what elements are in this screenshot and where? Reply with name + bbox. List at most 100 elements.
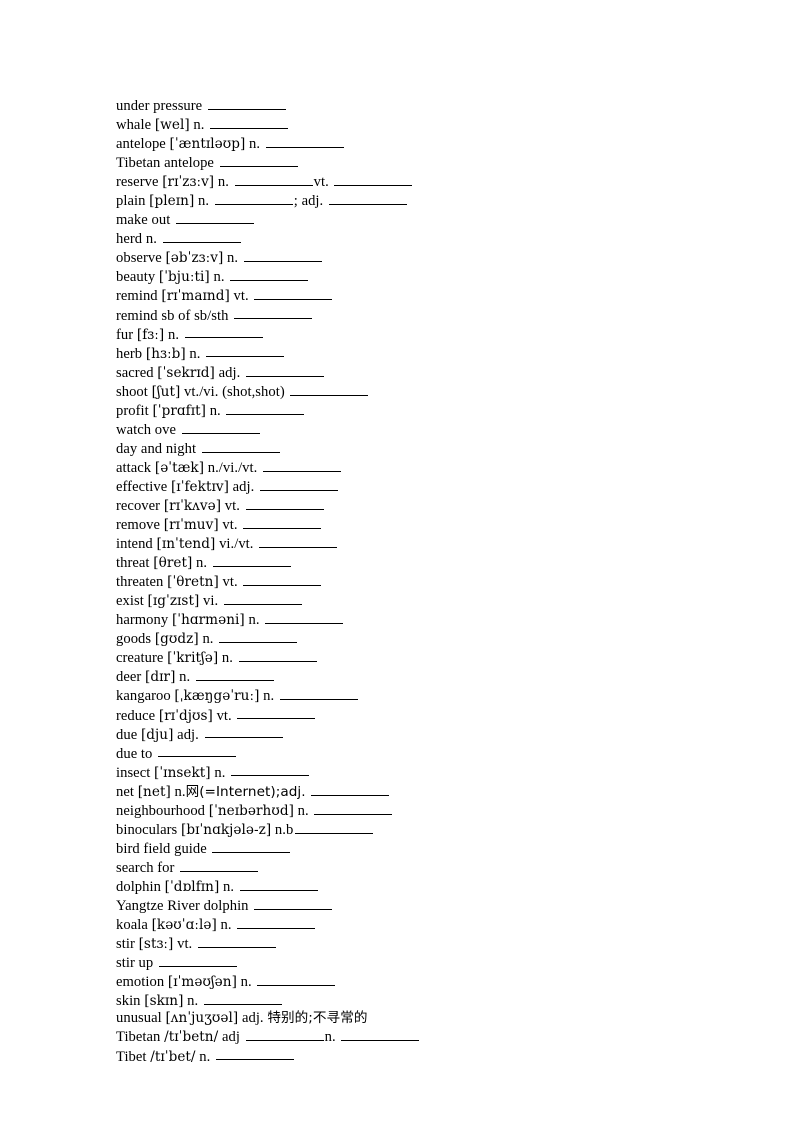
answer-blank[interactable] bbox=[203, 991, 282, 1006]
answer-blank[interactable] bbox=[212, 839, 291, 853]
vocab-term: skin bbox=[116, 993, 141, 1010]
answer-blank[interactable] bbox=[234, 172, 313, 187]
answer-blank[interactable] bbox=[219, 153, 298, 167]
answer-blank[interactable] bbox=[210, 115, 289, 129]
answer-blank[interactable] bbox=[279, 686, 358, 701]
phonetic-transcription: [ʌnˈjuʒʊəl] bbox=[165, 1010, 239, 1027]
part-of-speech: n. bbox=[227, 250, 239, 267]
vocab-entry: intend [ɪnˈtend] vi./vt. bbox=[116, 534, 736, 553]
answer-blank[interactable] bbox=[219, 629, 298, 644]
phonetic-transcription: [rɪˈkʌvə] bbox=[163, 497, 222, 514]
phonetic-transcription: [dju] bbox=[140, 726, 174, 743]
answer-blank[interactable] bbox=[257, 972, 336, 986]
phonetic-transcription: [ˈneɪbərhʊd] bbox=[208, 802, 294, 819]
vocab-term: search for bbox=[116, 859, 175, 876]
vocab-term: harmony bbox=[116, 612, 169, 629]
vocab-term: reserve bbox=[116, 174, 159, 191]
vocab-entry: binoculars [bɪˈnɑkjələ-z] n.b bbox=[116, 820, 736, 839]
answer-blank[interactable] bbox=[234, 306, 313, 320]
phonetic-transcription: [wel] bbox=[154, 116, 190, 133]
vocab-term: emotion bbox=[116, 974, 165, 990]
answer-blank[interactable] bbox=[260, 477, 339, 491]
part-of-speech: n. bbox=[202, 631, 214, 648]
answer-blank[interactable] bbox=[231, 763, 310, 777]
vocab-entry: Tibetan /tɪˈbetn/ adj n. bbox=[116, 1027, 736, 1046]
answer-blank[interactable] bbox=[334, 172, 413, 187]
answer-blank[interactable] bbox=[245, 1027, 324, 1042]
answer-blank[interactable] bbox=[314, 801, 393, 815]
vocab-entry: stir up bbox=[116, 953, 736, 972]
answer-blank[interactable] bbox=[245, 363, 324, 377]
answer-blank[interactable] bbox=[254, 896, 333, 910]
vocab-term: beauty bbox=[116, 269, 156, 286]
answer-blank[interactable] bbox=[265, 610, 344, 625]
answer-blank[interactable] bbox=[243, 515, 322, 529]
vocab-entry: net [net] n.网(=Internet);adj. bbox=[116, 782, 736, 801]
answer-blank[interactable] bbox=[158, 953, 237, 967]
vocab-entry: recover [rɪˈkʌvə] vt. bbox=[116, 496, 736, 515]
part-of-speech: vt. bbox=[224, 497, 240, 514]
answer-blank[interactable] bbox=[259, 534, 338, 548]
phonetic-transcription: [ˈɪnsekt] bbox=[154, 764, 211, 781]
answer-blank[interactable] bbox=[195, 667, 274, 682]
vocab-entry: sacred [ˈsekrɪd] adj. bbox=[116, 363, 736, 382]
answer-blank[interactable] bbox=[180, 858, 259, 872]
vocab-entry: bird field guide bbox=[116, 839, 736, 858]
vocab-term: threaten bbox=[116, 574, 164, 591]
answer-blank[interactable] bbox=[216, 1047, 295, 1061]
answer-blank[interactable] bbox=[204, 725, 283, 739]
answer-blank[interactable] bbox=[238, 648, 317, 663]
vocab-term: goods bbox=[116, 631, 152, 648]
answer-blank[interactable] bbox=[239, 877, 318, 891]
answer-blank[interactable] bbox=[243, 572, 322, 587]
answer-blank[interactable] bbox=[341, 1027, 420, 1042]
vocab-entry: antelope [ˈæntɪləʊp] n. bbox=[116, 134, 736, 153]
answer-blank[interactable] bbox=[176, 210, 255, 225]
answer-blank[interactable] bbox=[223, 591, 302, 606]
answer-blank[interactable] bbox=[311, 782, 390, 796]
part-of-speech: n. bbox=[217, 174, 229, 191]
vocab-entry: shoot [ʃut] vt./vi. (shot,shot) bbox=[116, 382, 736, 401]
vocab-term: deer bbox=[116, 669, 142, 686]
answer-blank[interactable] bbox=[328, 191, 407, 206]
answer-blank[interactable] bbox=[245, 496, 324, 510]
phonetic-transcription: [rɪˈmuv] bbox=[163, 516, 219, 533]
answer-blank[interactable] bbox=[263, 458, 342, 472]
answer-blank[interactable] bbox=[214, 191, 293, 206]
answer-blank[interactable] bbox=[243, 248, 322, 263]
answer-blank[interactable] bbox=[212, 553, 291, 567]
phonetic-transcription: [ˌkæŋgəˈruː] bbox=[174, 688, 260, 705]
answer-blank[interactable] bbox=[254, 286, 333, 301]
answer-blank[interactable] bbox=[197, 934, 276, 948]
phonetic-transcription: [gʊdz] bbox=[154, 631, 199, 648]
part-of-speech: n. bbox=[221, 650, 233, 667]
answer-blank[interactable] bbox=[230, 267, 309, 282]
answer-blank[interactable] bbox=[206, 344, 285, 358]
part-of-speech: n. bbox=[145, 231, 157, 248]
answer-blank[interactable] bbox=[237, 706, 316, 720]
answer-blank[interactable] bbox=[265, 134, 344, 148]
answer-blank[interactable] bbox=[226, 401, 305, 415]
vocab-entry: emotion [ɪˈməʊʃən] n. bbox=[116, 972, 736, 991]
answer-blank[interactable] bbox=[207, 96, 286, 110]
vocab-term: binoculars bbox=[116, 821, 178, 838]
answer-blank[interactable] bbox=[237, 915, 316, 929]
answer-blank[interactable] bbox=[158, 744, 237, 758]
vocab-term: koala bbox=[116, 916, 148, 933]
part-of-speech: adj. bbox=[241, 1010, 264, 1027]
answer-blank[interactable] bbox=[184, 325, 263, 339]
answer-blank[interactable] bbox=[181, 420, 260, 434]
vocab-term: antelope bbox=[116, 135, 166, 152]
phonetic-transcription: [ˈkritʃə] bbox=[167, 650, 219, 667]
part-of-speech: n. bbox=[179, 669, 191, 686]
answer-blank[interactable] bbox=[290, 382, 369, 396]
part-of-speech-secondary: n. bbox=[324, 1029, 336, 1046]
answer-blank[interactable] bbox=[162, 229, 241, 244]
vocab-entry: day and night bbox=[116, 439, 736, 458]
vocab-term: Tibetan antelope bbox=[116, 154, 214, 171]
vocab-entry: search for bbox=[116, 858, 736, 877]
answer-blank[interactable] bbox=[295, 820, 374, 834]
phonetic-transcription: [hɜːb] bbox=[145, 345, 186, 362]
answer-blank[interactable] bbox=[201, 439, 280, 453]
part-of-speech: n. bbox=[198, 193, 210, 210]
